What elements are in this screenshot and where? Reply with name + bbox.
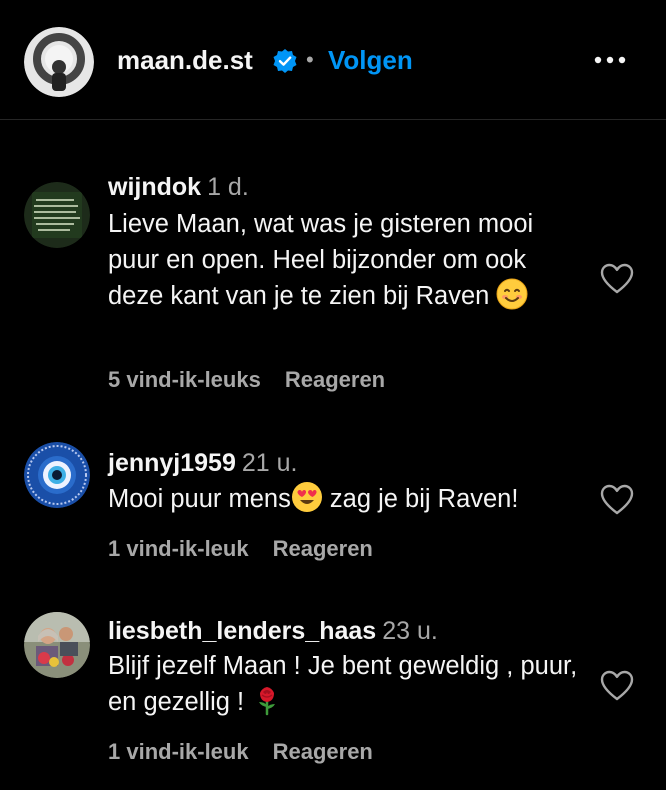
comment-text: Blijf jezelf Maan ! Je bent geweldig , p… [108, 648, 588, 726]
like-heart-icon[interactable] [600, 263, 634, 295]
like-heart-icon[interactable] [600, 484, 634, 516]
comment-text-part: Blijf jezelf Maan ! Je bent geweldig , p… [108, 652, 578, 716]
comment-meta: liesbeth_lenders_haas 23 u. [108, 616, 438, 646]
comment-actions: 1 vind-ik-leuk Reageren [108, 535, 373, 563]
verified-badge-icon [272, 48, 298, 74]
username[interactable]: maan.de.st [117, 40, 253, 80]
comment-time: 1 d. [207, 173, 249, 201]
reply-button[interactable]: Reageren [273, 739, 373, 764]
reply-button[interactable]: Reageren [285, 367, 385, 392]
follow-button[interactable]: Volgen [328, 40, 413, 80]
comment-actions: 5 vind-ik-leuks Reageren [108, 366, 385, 394]
comment-meta: wijndok 1 d. [108, 172, 249, 202]
like-heart-icon[interactable] [600, 670, 634, 702]
comment-text-part: Lieve Maan, wat was je gisteren mooi puu… [108, 210, 534, 310]
comment-text-part: Mooi puur mens [108, 485, 291, 513]
comment-text-part: zag je bij Raven! [322, 485, 519, 513]
comment-username[interactable]: jennyj1959 [108, 449, 236, 477]
avatar[interactable] [24, 612, 90, 678]
comment-time: 21 u. [241, 449, 298, 477]
like-count[interactable]: 1 vind-ik-leuk [108, 536, 249, 561]
like-count[interactable]: 1 vind-ik-leuk [108, 739, 249, 764]
comment-username[interactable]: wijndok [108, 173, 201, 201]
comment-meta: jennyj1959 21 u. [108, 448, 297, 478]
comment-username[interactable]: liesbeth_lenders_haas [108, 617, 376, 645]
rose-icon [251, 684, 283, 726]
comment-text: Mooi puur mens zag je bij Raven! [108, 481, 608, 523]
avatar[interactable] [24, 442, 90, 508]
smiling-face-icon [496, 278, 528, 320]
comment-text: Lieve Maan, wat was je gisteren mooi puu… [108, 206, 588, 320]
reply-button[interactable]: Reageren [273, 536, 373, 561]
more-options-icon[interactable] [590, 48, 630, 72]
separator-dot: • [306, 47, 314, 72]
comment-actions: 1 vind-ik-leuk Reageren [108, 738, 373, 766]
post-header: maan.de.st • Volgen [0, 0, 666, 120]
comment-time: 23 u. [382, 617, 438, 645]
avatar[interactable] [24, 182, 90, 248]
avatar[interactable] [24, 27, 94, 97]
like-count[interactable]: 5 vind-ik-leuks [108, 367, 261, 392]
heart-eyes-icon [291, 481, 323, 523]
